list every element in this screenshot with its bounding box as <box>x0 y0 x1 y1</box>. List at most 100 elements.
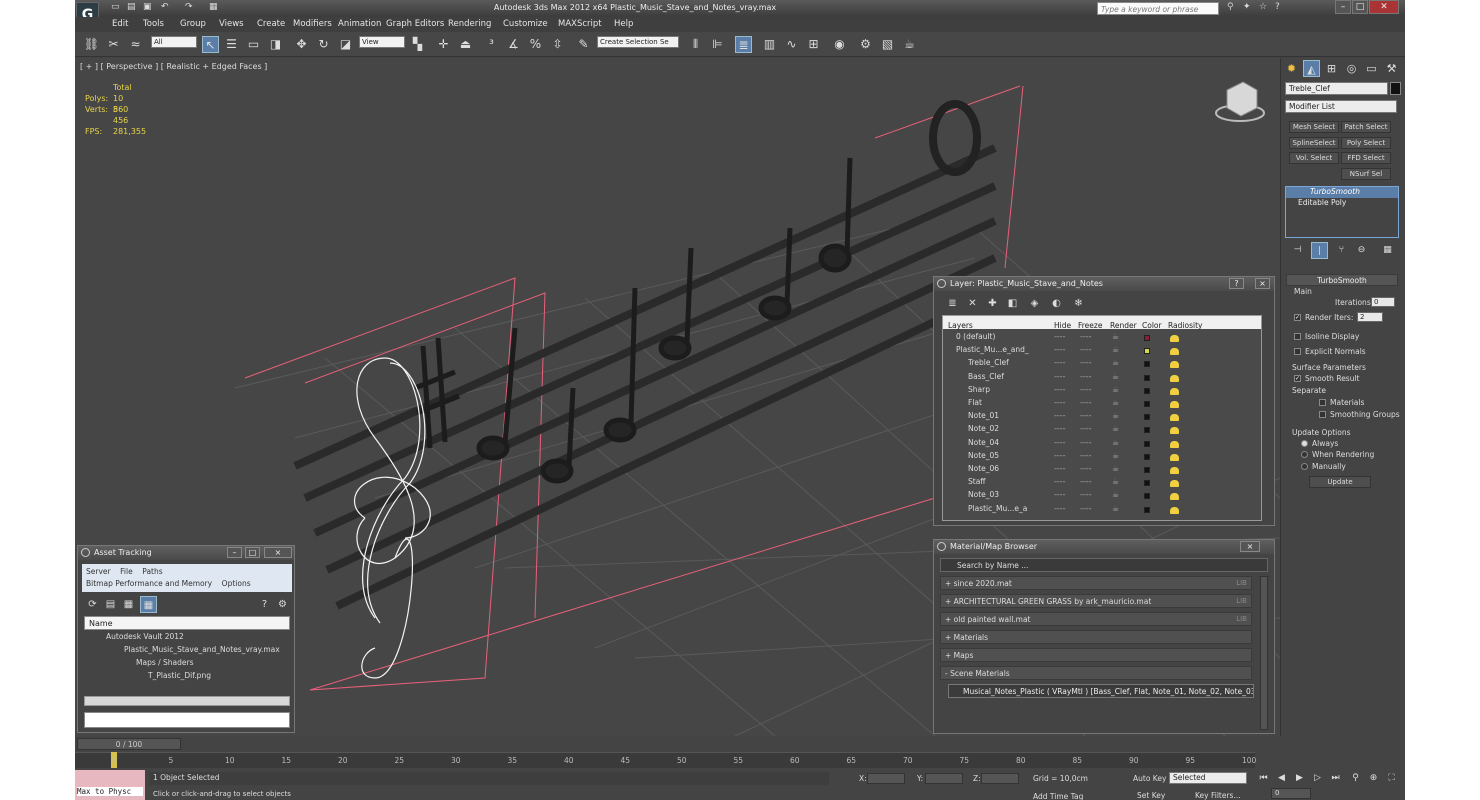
subscription-icon[interactable]: ✦ <box>1243 2 1253 12</box>
z-field[interactable] <box>981 773 1019 784</box>
hide-toggle[interactable]: ---- <box>1054 438 1066 447</box>
layer-color-swatch[interactable] <box>1144 335 1150 341</box>
details-icon[interactable]: ▦ <box>120 596 137 613</box>
layer-row[interactable]: Note_04 ---- ---- ☕ <box>940 438 1250 451</box>
freeze-toggle[interactable]: ---- <box>1080 345 1092 354</box>
menu-animation[interactable]: Animation <box>338 19 381 29</box>
layer-row[interactable]: Sharp ---- ---- ☕ <box>940 385 1250 398</box>
stack-item-turbosmooth[interactable]: TurboSmooth <box>1286 187 1398 198</box>
poly-select-button[interactable]: Poly Select <box>1341 137 1391 149</box>
material-browser-header[interactable]: Material/Map Browser × <box>934 540 1274 554</box>
menu-customize[interactable]: Customize <box>503 19 548 29</box>
col-color[interactable]: Color <box>1142 321 1162 330</box>
add-to-layer-icon[interactable]: ✚ <box>984 295 1001 312</box>
render-toggle-icon[interactable]: ☕ <box>1112 438 1119 447</box>
layer-color-swatch[interactable] <box>1144 480 1150 487</box>
radiosity-icon[interactable] <box>1170 440 1179 448</box>
set-key-button[interactable]: Set Key <box>1137 791 1165 800</box>
minimize-icon[interactable]: – <box>1335 0 1351 14</box>
material-editor-icon[interactable]: ◉ <box>831 36 848 53</box>
motion-tab-icon[interactable]: ◎ <box>1343 60 1360 77</box>
key-filters-button[interactable]: Key Filters... <box>1195 791 1241 800</box>
object-name-field[interactable]: Treble_Clef <box>1285 82 1388 95</box>
layer-row[interactable]: Plastic_Mu...e_and_ ---- ---- ☕ <box>940 345 1250 358</box>
hide-toggle[interactable]: ---- <box>1054 490 1066 499</box>
maximize-icon[interactable]: □ <box>245 547 260 558</box>
material-group[interactable]: + Materials <box>940 630 1252 644</box>
layer-color-swatch[interactable] <box>1144 427 1150 434</box>
layer-row[interactable]: Bass_Clef ---- ---- ☕ <box>940 372 1250 385</box>
radiosity-icon[interactable] <box>1170 427 1179 435</box>
hide-toggle[interactable]: ---- <box>1054 372 1066 381</box>
tree-item[interactable]: Plastic_Music_Stave_and_Notes_vray.max <box>84 643 290 656</box>
menu-edit[interactable]: Edit <box>112 19 128 29</box>
freeze-toggle[interactable]: ---- <box>1080 385 1092 394</box>
settings-icon[interactable]: ⚙ <box>274 596 291 613</box>
freeze-toggle[interactable]: ---- <box>1080 372 1092 381</box>
iterations-spinner[interactable]: 0 <box>1371 297 1395 307</box>
hide-toggle[interactable]: ---- <box>1054 504 1066 513</box>
material-search-input[interactable]: Search by Name ... <box>940 558 1268 572</box>
layer-row[interactable]: Note_05 ---- ---- ☕ <box>940 451 1250 464</box>
maximize-icon[interactable]: □ <box>1352 0 1368 14</box>
render-toggle-icon[interactable]: ☕ <box>1112 424 1119 433</box>
refresh-icon[interactable]: ⟳ <box>84 596 101 613</box>
hide-toggle[interactable]: ---- <box>1054 411 1066 420</box>
render-toggle-icon[interactable]: ☕ <box>1112 477 1119 486</box>
render-toggle-icon[interactable]: ☕ <box>1112 345 1119 354</box>
rendered-frame-icon[interactable]: ▧ <box>879 36 896 53</box>
layer-color-swatch[interactable] <box>1144 361 1150 368</box>
layer-color-swatch[interactable] <box>1144 374 1150 381</box>
edit-named-sel-icon[interactable]: ✎ <box>575 36 592 53</box>
hide-toggle[interactable]: ---- <box>1054 398 1066 407</box>
hide-toggle[interactable]: ---- <box>1054 451 1066 460</box>
menu-modifiers[interactable]: Modifiers <box>293 19 332 29</box>
render-toggle-icon[interactable]: ☕ <box>1112 372 1119 381</box>
display-tab-icon[interactable]: ▭ <box>1363 60 1380 77</box>
selection-filter-dropdown[interactable]: All <box>151 36 197 48</box>
radiosity-icon[interactable] <box>1170 335 1179 342</box>
asset-tracking-header[interactable]: Asset Tracking – □ × <box>78 546 294 560</box>
auto-key-button[interactable]: Auto Key <box>1133 774 1166 783</box>
hide-toggle[interactable]: ---- <box>1054 477 1066 486</box>
maximize-viewport-icon[interactable]: ⛶ <box>1383 770 1400 787</box>
asset-path-field[interactable] <box>84 712 290 728</box>
freeze-toggle[interactable]: ---- <box>1080 332 1092 341</box>
rotate-icon[interactable]: ↻ <box>315 36 332 53</box>
create-layer-icon[interactable]: ≣ <box>944 295 961 312</box>
help-icon[interactable]: ? <box>256 596 273 613</box>
menu-rendering[interactable]: Rendering <box>448 19 491 29</box>
layer-row[interactable]: Note_03 ---- ---- ☕ <box>940 490 1250 503</box>
render-iters-checkbox[interactable]: ✓ <box>1294 314 1301 321</box>
render-setup-icon[interactable]: ⚙ <box>857 36 874 53</box>
go-to-end-icon[interactable]: ⏭ <box>1327 770 1344 787</box>
time-slider[interactable]: 0 / 100 <box>77 738 181 750</box>
vertical-scrollbar[interactable] <box>1260 576 1268 730</box>
material-group[interactable]: + ARCHITECTURAL GREEN GRASS by ark_mauri… <box>940 594 1252 608</box>
update-button[interactable]: Update <box>1309 476 1371 488</box>
render-icon[interactable]: ☕ <box>901 36 918 53</box>
binoculars-icon[interactable]: ⚲ <box>1227 2 1237 12</box>
percent-snap-icon[interactable]: % <box>527 36 544 53</box>
turbosmooth-rollout-header[interactable]: TurboSmooth <box>1286 274 1398 286</box>
smoothing-groups-checkbox[interactable] <box>1319 411 1326 418</box>
col-hide[interactable]: Hide <box>1054 321 1071 330</box>
radiosity-icon[interactable] <box>1170 348 1179 356</box>
close-button[interactable]: × <box>1240 541 1260 552</box>
key-mode-dropdown[interactable]: Selected <box>1169 772 1247 784</box>
render-toggle-icon[interactable]: ☕ <box>1112 398 1119 407</box>
freeze-toggle[interactable]: ---- <box>1080 358 1092 367</box>
material-group[interactable]: + Maps <box>940 648 1252 662</box>
spinner-snap-icon[interactable]: ⇳ <box>549 36 566 53</box>
freeze-toggle[interactable]: ---- <box>1080 411 1092 420</box>
stack-item-editable-poly[interactable]: Editable Poly <box>1286 198 1398 209</box>
hierarchy-tab-icon[interactable]: ⊞ <box>1323 60 1340 77</box>
mesh-select-button[interactable]: Mesh Select <box>1289 121 1339 133</box>
radiosity-icon[interactable] <box>1170 506 1179 514</box>
menu-graph-editors[interactable]: Graph Editors <box>386 19 444 29</box>
always-radio[interactable] <box>1301 440 1308 447</box>
angle-snap-icon[interactable]: ∡ <box>505 36 522 53</box>
freeze-toggle[interactable]: ---- <box>1080 424 1092 433</box>
col-layers[interactable]: Layers <box>948 321 973 330</box>
freeze-toggle[interactable]: ---- <box>1080 451 1092 460</box>
